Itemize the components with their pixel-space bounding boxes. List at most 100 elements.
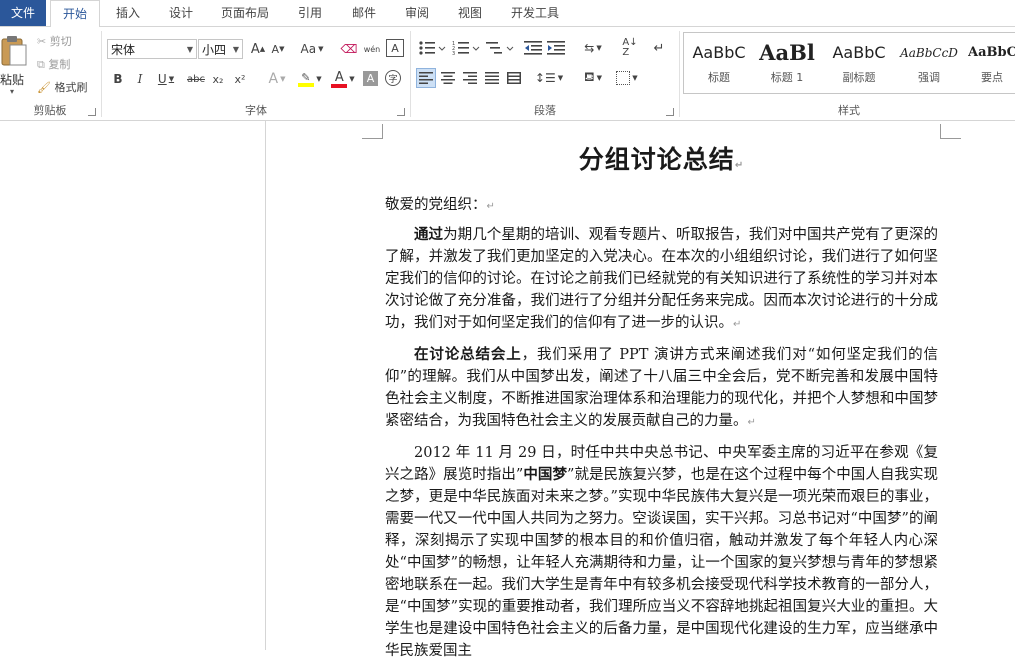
font-color-letter: A	[334, 70, 344, 85]
chevron-down-icon: ▾	[10, 87, 15, 96]
justify-button[interactable]	[482, 68, 502, 88]
group-divider	[101, 31, 102, 117]
change-case-button[interactable]: Aa ▼	[297, 39, 327, 59]
font-group-label: 字体	[245, 104, 267, 117]
text-effects-icon: A	[268, 71, 279, 87]
document-page[interactable]: 分组讨论总结↵ 敬爱的党组织：↵ 通过为期几个星期的培训、观看专题片、听取报告，…	[385, 140, 938, 662]
paste-button[interactable]: 粘贴 ▾	[0, 31, 30, 96]
paste-label: 粘贴	[0, 73, 25, 87]
distributed-icon	[507, 72, 521, 84]
font-launcher-icon[interactable]	[397, 108, 405, 116]
ribbon: 粘贴 ▾ ✂ 剪切 ⧉ 复制 🖌 格式刷 剪贴板 宋体 ▼ 小四 ▼ A ▲ A…	[0, 27, 1015, 121]
highlight-swatch	[298, 83, 315, 87]
enclose-characters-button[interactable]: 字	[385, 70, 401, 86]
group-divider	[410, 31, 411, 117]
character-border-button[interactable]: A	[386, 39, 404, 57]
align-center-icon	[441, 72, 455, 84]
tab-design[interactable]: 设计	[157, 0, 205, 26]
chinese-layout-icon: ⇆	[584, 41, 595, 55]
chevron-down-icon: ▼	[232, 45, 239, 54]
sort-icon: A↓ Z	[622, 37, 638, 58]
font-size-select[interactable]: 小四 ▼	[198, 39, 243, 59]
chinese-layout-button[interactable]: ⇆ ▼	[578, 39, 608, 57]
cut-label: 剪切	[49, 35, 72, 48]
tab-layout[interactable]: 页面布局	[212, 0, 278, 26]
tab-insert[interactable]: 插入	[104, 0, 152, 26]
multilevel-list-icon[interactable]	[486, 40, 514, 56]
font-color-icon: A	[331, 70, 348, 88]
paragraph-mark-icon: ↵	[486, 201, 495, 212]
p3-text: ”就是民族复兴梦，也是在这个过程中每个中国人自我实现之梦，更是中华民族面对未来之…	[385, 467, 939, 659]
highlight-button[interactable]: ✎ ▼	[295, 69, 325, 89]
tab-references[interactable]: 引用	[286, 0, 334, 26]
tab-mailings[interactable]: 邮件	[340, 0, 388, 26]
underline-button[interactable]: U ▼	[153, 69, 179, 89]
paragraph-group-label: 段落	[534, 104, 556, 117]
crop-mark-top-left	[362, 124, 383, 139]
italic-button[interactable]: I	[131, 69, 149, 89]
text-effects-button[interactable]: A ▼	[263, 69, 291, 89]
change-case-icon: Aa	[300, 42, 317, 56]
sort-button[interactable]: A↓ Z	[620, 37, 640, 59]
tab-home[interactable]: 开始	[50, 0, 100, 28]
bullets-icon[interactable]	[418, 40, 446, 56]
numbering-icon[interactable]: 1 2 3	[452, 40, 480, 56]
borders-button[interactable]: ▼	[612, 68, 642, 88]
scissors-icon: ✂	[37, 35, 47, 48]
tab-developer[interactable]: 开发工具	[500, 0, 570, 26]
clipboard-launcher-icon[interactable]	[88, 108, 96, 116]
strikethrough-button[interactable]: abc	[185, 69, 207, 89]
italic-icon: I	[137, 72, 143, 86]
clipboard-group: 粘贴 ▾ ✂ 剪切 ⧉ 复制 🖌 格式刷 剪贴板	[0, 27, 100, 120]
shrink-font-button[interactable]: A ▼	[269, 39, 287, 59]
copy-icon: ⧉	[37, 58, 45, 71]
grow-font-button[interactable]: A ▲	[249, 39, 267, 59]
tab-review[interactable]: 审阅	[393, 0, 441, 26]
grow-font-icon: A	[250, 41, 260, 57]
phonetic-guide-button[interactable]: wén	[361, 39, 383, 59]
clear-format-button[interactable]: ⌫	[339, 39, 359, 59]
align-left-button[interactable]	[416, 68, 436, 88]
paint-bucket-icon: ⛾	[583, 69, 595, 85]
decrease-indent-icon[interactable]	[524, 40, 542, 56]
character-shading-button[interactable]: A	[363, 71, 378, 86]
bold-button[interactable]: B	[109, 69, 127, 89]
copy-label: 复制	[48, 58, 71, 71]
show-marks-button[interactable]: ↵	[650, 39, 668, 57]
font-group: 宋体 ▼ 小四 ▼ A ▲ A ▼ Aa ▼ ⌫ wén A B I U ▼ abc x…	[103, 27, 409, 120]
tab-view[interactable]: 视图	[446, 0, 494, 26]
document-title-text: 分组讨论总结	[578, 145, 735, 174]
strikethrough-icon: abc	[187, 73, 205, 85]
borders-icon	[616, 71, 631, 85]
body-paragraph-2: 在讨论总结会上，我们采用了 PPT 演讲方式来阐述我们对“如何坚定我们的信仰”的…	[385, 344, 938, 434]
navigation-pane	[0, 121, 266, 650]
paragraph-mark-icon: ↵	[747, 417, 756, 428]
line-spacing-icon: ↕☰	[534, 71, 556, 85]
copy-button[interactable]: ⧉ 复制	[37, 56, 70, 72]
increase-indent-icon[interactable]	[547, 40, 565, 56]
body-paragraph-3: 2012 年 11 月 29 日，时任中共中央总书记、中央军委主席的习近平在参观…	[385, 442, 938, 662]
paintbrush-icon: 🖌	[37, 81, 51, 94]
font-name-select[interactable]: 宋体 ▼	[107, 39, 197, 59]
font-color-button[interactable]: A ▼	[329, 69, 357, 89]
character-border-icon: A	[391, 41, 399, 55]
tab-file[interactable]: 文件	[0, 0, 46, 26]
align-center-button[interactable]	[438, 68, 458, 88]
cut-button[interactable]: ✂ 剪切	[37, 33, 72, 49]
clipboard-group-label: 剪贴板	[33, 104, 67, 117]
shading-button[interactable]: ⛾ ▼	[578, 68, 608, 88]
distributed-button[interactable]	[504, 68, 524, 88]
svg-text:3: 3	[452, 51, 455, 56]
font-color-swatch	[331, 84, 348, 88]
p2-lead-bold: 在讨论总结会上	[414, 346, 522, 363]
eraser-icon: ⌫	[340, 42, 358, 56]
paragraph-launcher-icon[interactable]	[666, 108, 674, 116]
subscript-button[interactable]: x₂	[209, 69, 227, 89]
format-painter-button[interactable]: 🖌 格式刷	[37, 79, 87, 95]
shrink-font-icon: A	[271, 42, 280, 56]
line-spacing-button[interactable]: ↕☰ ▼	[534, 68, 564, 88]
phonetic-icon: wén	[363, 44, 381, 54]
align-right-button[interactable]	[460, 68, 480, 88]
superscript-button[interactable]: x²	[231, 69, 249, 89]
bold-icon: B	[113, 72, 123, 86]
